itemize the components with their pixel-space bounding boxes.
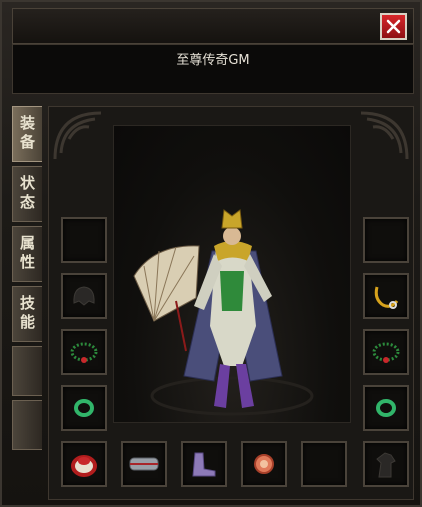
slot-bracelet-right[interactable] xyxy=(363,385,409,431)
tab-label: 属性 xyxy=(18,235,36,273)
helmet-outline-icon xyxy=(73,286,95,306)
slot-bracelet-left[interactable] xyxy=(61,385,107,431)
red-gem-icon xyxy=(254,454,274,474)
tab-empty-2 xyxy=(12,400,42,450)
red-ring-icon xyxy=(71,455,97,477)
equipment-panel xyxy=(48,106,414,500)
tab-status[interactable]: 状态 xyxy=(12,166,42,222)
slot-necklace-gold[interactable] xyxy=(363,273,409,319)
close-button[interactable] xyxy=(380,13,407,40)
bead-necklace-icon xyxy=(372,342,400,363)
tab-skills[interactable]: 技能 xyxy=(12,286,42,342)
tab-bar: 装备 状态 属性 技能 xyxy=(12,106,48,454)
tab-equipment[interactable]: 装备 xyxy=(12,106,42,162)
slot-charm[interactable] xyxy=(301,441,347,487)
slot-boots[interactable] xyxy=(181,441,227,487)
character-window: 至尊传奇GM 装备 状态 属性 技能 xyxy=(0,0,422,507)
ornament-corner-icon xyxy=(53,111,102,160)
boots-icon xyxy=(192,452,216,477)
tab-attributes[interactable]: 属性 xyxy=(12,226,42,282)
tab-label: 技能 xyxy=(18,295,36,333)
slot-ring[interactable] xyxy=(61,441,107,487)
slot-weapon-right[interactable] xyxy=(363,217,409,263)
jade-bracelet-icon xyxy=(376,399,396,417)
jade-bracelet-icon xyxy=(74,399,94,417)
tab-label: 状态 xyxy=(18,175,36,213)
fan-icon xyxy=(133,245,200,352)
character-name: 至尊传奇GM xyxy=(176,53,250,68)
close-icon xyxy=(386,19,401,34)
ornament-corner-icon xyxy=(360,111,409,160)
slot-gem[interactable] xyxy=(241,441,287,487)
slot-necklace-left[interactable] xyxy=(61,329,107,375)
gold-necklace-icon xyxy=(374,286,399,309)
name-bar: 至尊传奇GM xyxy=(12,44,414,94)
belt-icon xyxy=(129,457,159,471)
title-bar[interactable] xyxy=(12,8,414,44)
slot-belt[interactable] xyxy=(121,441,167,487)
slot-helmet[interactable] xyxy=(61,273,107,319)
tab-label: 装备 xyxy=(18,115,36,153)
bead-necklace-icon xyxy=(70,342,98,363)
slot-mount[interactable] xyxy=(363,441,409,487)
horse-outline-icon xyxy=(376,452,396,478)
slot-necklace-right[interactable] xyxy=(363,329,409,375)
character-model xyxy=(133,209,314,416)
slot-weapon-left[interactable] xyxy=(61,217,107,263)
character-preview xyxy=(113,125,351,423)
tab-empty-1 xyxy=(12,346,42,396)
